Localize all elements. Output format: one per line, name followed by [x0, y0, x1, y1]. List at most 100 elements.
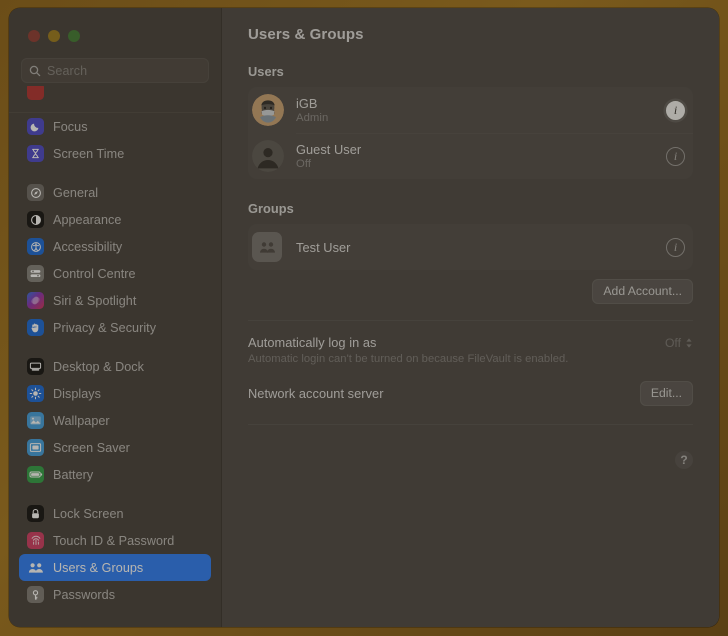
user-info-button[interactable]: i	[666, 146, 685, 166]
notifications-icon	[27, 86, 44, 100]
network-account-label: Network account server	[248, 386, 384, 401]
sidebar-item-label: Passwords	[53, 587, 116, 602]
sidebar-item-control-centre[interactable]: Control Centre	[19, 260, 211, 287]
group-info: Test User	[296, 240, 666, 255]
search-icon	[29, 65, 41, 77]
network-account-texts: Network account server	[248, 386, 640, 401]
sidebar-item-label: Control Centre	[53, 266, 136, 281]
sidebar-scroll-area[interactable]: Focus Screen Time General Appearance Acc…	[9, 86, 221, 627]
screen-time-icon	[27, 145, 44, 162]
table-row[interactable]: Guest User Off i	[248, 133, 693, 179]
auto-login-note: Automatic login can't be turned on becau…	[248, 353, 569, 365]
sidebar-item-label: Screen Time	[53, 146, 125, 161]
user-name: iGB	[296, 96, 318, 111]
siri-icon	[27, 292, 44, 309]
auto-login-value: Off	[664, 336, 681, 350]
auto-login-row: Automatically log in as Automatic login …	[248, 321, 693, 365]
groups-list: Test User i	[248, 224, 693, 270]
sidebar-item-touch-id-password[interactable]: Touch ID & Password	[19, 527, 211, 554]
sidebar-item-label: Lock Screen	[53, 506, 124, 521]
table-row[interactable]: iGB Admin i	[248, 87, 693, 133]
sidebar-item-label: Focus	[53, 119, 88, 134]
chevron-updown-icon	[685, 337, 693, 349]
help-button[interactable]: ?	[675, 451, 693, 469]
sidebar-item-label: Siri & Spotlight	[53, 293, 137, 308]
user-info: Guest User Off	[296, 142, 666, 170]
system-settings-window: Search Focus Screen Time General Appeara…	[9, 8, 719, 627]
user-name: Guest User	[296, 142, 362, 157]
sidebar-item-label: Screen Saver	[53, 440, 130, 455]
auto-login-popup[interactable]: Off	[665, 335, 693, 350]
sidebar-item-privacy-security[interactable]: Privacy & Security	[19, 314, 211, 341]
accessibility-icon	[27, 238, 44, 255]
sidebar-item-label: Desktop & Dock	[53, 359, 144, 374]
add-account-row: Add Account...	[248, 279, 693, 304]
users-groups-icon	[27, 559, 44, 576]
screen-saver-icon	[27, 439, 44, 456]
users-section-label: Users	[248, 64, 284, 79]
search-container: Search	[9, 52, 221, 83]
sidebar-item-screen-time[interactable]: Screen Time	[19, 140, 211, 167]
close-button[interactable]	[28, 30, 40, 42]
sidebar-item-screen-saver[interactable]: Screen Saver	[19, 434, 211, 461]
control-centre-icon	[27, 265, 44, 282]
lock-screen-icon	[27, 505, 44, 522]
sidebar-item-users-groups[interactable]: Users & Groups	[19, 554, 211, 581]
sidebar-item-label: Touch ID & Password	[53, 533, 175, 548]
group-name: Test User	[296, 239, 351, 255]
sidebar-item-displays[interactable]: Displays	[19, 380, 211, 407]
general-icon	[27, 184, 44, 201]
group-icon	[252, 232, 282, 262]
table-row[interactable]: Test User i	[248, 224, 693, 270]
sidebar: Search Focus Screen Time General Appeara…	[9, 8, 222, 627]
sidebar-group-3: Desktop & Dock Displays Wallpaper Screen…	[19, 353, 211, 488]
help-row: ?	[248, 425, 693, 469]
sidebar-item-label: Battery	[53, 467, 94, 482]
zoom-button[interactable]	[68, 30, 80, 42]
memoji-avatar	[252, 94, 284, 126]
traffic-lights	[9, 8, 221, 52]
network-account-server-row: Network account server Edit...	[248, 365, 693, 406]
add-account-button[interactable]: Add Account...	[592, 279, 693, 304]
sidebar-item-label: Displays	[53, 386, 101, 401]
sidebar-item-label: Appearance	[53, 212, 122, 227]
sidebar-item-wallpaper[interactable]: Wallpaper	[19, 407, 211, 434]
passwords-icon	[27, 586, 44, 603]
auto-login-label: Automatically log in as	[248, 335, 377, 350]
sidebar-item-battery[interactable]: Battery	[19, 461, 211, 488]
sidebar-item-siri-spotlight[interactable]: Siri & Spotlight	[19, 287, 211, 314]
group-info-button[interactable]: i	[666, 237, 685, 257]
desktop-dock-icon	[27, 358, 44, 375]
sidebar-item-desktop-dock[interactable]: Desktop & Dock	[19, 353, 211, 380]
sidebar-item-label: Privacy & Security	[53, 320, 157, 335]
battery-icon	[27, 466, 44, 483]
guest-avatar	[252, 140, 284, 172]
window-frame: Search Focus Screen Time General Appeara…	[0, 0, 728, 636]
user-status: Admin	[296, 112, 329, 124]
search-input[interactable]: Search	[21, 58, 209, 83]
touch-id-icon	[27, 532, 44, 549]
sidebar-group-4: Lock Screen Touch ID & Password Users & …	[19, 500, 211, 608]
user-info: iGB Admin	[296, 96, 666, 124]
groups-section-label: Groups	[248, 201, 294, 216]
minimize-button[interactable]	[48, 30, 60, 42]
sidebar-item-appearance[interactable]: Appearance	[19, 206, 211, 233]
main-header: Users & Groups	[222, 8, 719, 56]
sidebar-item-focus[interactable]: Focus	[19, 113, 211, 140]
edit-network-account-button[interactable]: Edit...	[639, 381, 693, 406]
sidebar-item-lock-screen[interactable]: Lock Screen	[19, 500, 211, 527]
sidebar-item-general[interactable]: General	[19, 179, 211, 206]
sidebar-item-accessibility[interactable]: Accessibility	[19, 233, 211, 260]
sidebar-item-label: Users & Groups	[53, 560, 144, 575]
auto-login-texts: Automatically log in as Automatic login …	[248, 335, 665, 365]
search-placeholder: Search	[47, 63, 88, 78]
sidebar-divider-top	[9, 112, 221, 113]
user-info-button[interactable]: i	[666, 100, 685, 120]
sidebar-item-label: Wallpaper	[53, 413, 110, 428]
sidebar-item-passwords[interactable]: Passwords	[19, 581, 211, 608]
page-title: Users & Groups	[248, 26, 364, 43]
user-status: Off	[296, 158, 312, 170]
sidebar-group-2: General Appearance Accessibility Control…	[19, 179, 211, 341]
displays-icon	[27, 385, 44, 402]
sidebar-item-notifications[interactable]	[19, 86, 211, 100]
